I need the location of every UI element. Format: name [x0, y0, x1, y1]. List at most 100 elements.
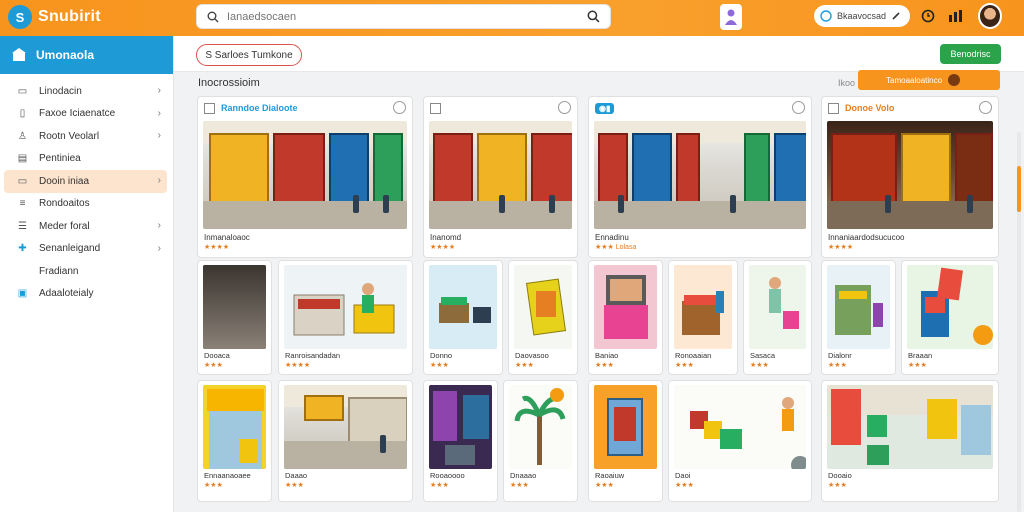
card-caption: Inmanaloaoc	[204, 233, 250, 242]
product-card[interactable]: Daovasoo ★★★	[508, 260, 578, 375]
favorite-icon[interactable]	[979, 101, 992, 114]
blank-icon	[16, 265, 29, 278]
card-header: Ranndoe Dialoote	[198, 97, 412, 119]
sidebar-item-linodacin[interactable]: ▭ Linodacin ›	[4, 80, 167, 103]
primary-action-button[interactable]: Benodrisc	[940, 44, 1001, 64]
card-image	[674, 265, 732, 349]
main-content: S Sarloes Tumkone Benodrisc Inocrossioim…	[174, 36, 1024, 512]
card-rating: ★★★★	[828, 244, 854, 251]
search-input[interactable]	[227, 10, 587, 23]
product-card[interactable]: Dialonr ★★★	[821, 260, 896, 375]
sidebar-item-rootn[interactable]: ♙ Rootn Veolarl ›	[4, 125, 167, 148]
card-caption: Innaniaardodsucucoo	[828, 233, 905, 242]
chevron-right-icon: ›	[157, 242, 161, 254]
card-rating: ★★★ Lolasa	[595, 244, 637, 251]
sidebar-item-label: Dooin iniaa	[39, 175, 90, 187]
product-card[interactable]: Ennaanaoaee ★★★	[197, 380, 272, 502]
sidebar-item-pentiniea[interactable]: ▤ Pentiniea	[4, 148, 167, 171]
favorite-icon[interactable]	[792, 101, 805, 114]
stats-icon[interactable]	[948, 8, 964, 24]
card-caption: Raoaiuw	[595, 471, 625, 480]
card-rating: ★★★	[908, 362, 927, 369]
product-card[interactable]: Daoi ★★★	[668, 380, 812, 502]
card-caption: Ennaanaoaee	[204, 471, 251, 480]
product-card[interactable]: Ranroisandadan ★★★★	[278, 260, 413, 375]
card-image	[674, 385, 806, 469]
product-card[interactable]: Sasaca ★★★	[743, 260, 812, 375]
logo-icon: S	[8, 5, 32, 29]
card-image	[907, 265, 993, 349]
card-caption: Baniao	[595, 351, 619, 360]
product-card[interactable]: Dnaaao ★★★	[503, 380, 578, 502]
sidebar-item-label: Pentiniea	[39, 153, 81, 165]
product-card[interactable]: Ranndoe Dialoote Inmanaloaoc ★★★★	[197, 96, 413, 258]
card-title: Ranndoe Dialoote	[221, 103, 298, 113]
product-card[interactable]: Dooaca ★★★	[197, 260, 272, 375]
chart-icon: ▣	[17, 288, 28, 300]
card-image	[284, 385, 407, 469]
chevron-right-icon: ›	[157, 130, 161, 141]
card-image	[429, 385, 492, 469]
product-card[interactable]: Donoe Volo Innaniaardodsucucoo ★★★★	[821, 96, 999, 258]
card-rating: ★★★★	[204, 244, 230, 251]
sidebar-header[interactable]: Umonaola	[0, 36, 173, 74]
product-card[interactable]: Inanomd ★★★★	[423, 96, 578, 258]
card-rating: ★★★	[675, 482, 694, 489]
card-header: Donoe Volo	[822, 97, 998, 119]
sidebar-item-rondoaitos[interactable]: ≡ Rondoaitos	[4, 193, 167, 216]
card-caption: Ranroisandadan	[285, 351, 341, 360]
sidebar-item-meder[interactable]: ☰ Meder foral ›	[4, 215, 167, 238]
product-card[interactable]: Ronoaaian ★★★	[668, 260, 738, 375]
product-card[interactable]: Baniao ★★★	[588, 260, 663, 375]
favorite-icon[interactable]	[393, 101, 406, 114]
search-bar[interactable]	[196, 4, 611, 29]
card-rating: ★★★	[510, 482, 529, 489]
card-caption: Daaao	[285, 471, 308, 480]
notification-pill[interactable]: Bkaavocsad	[814, 5, 910, 27]
card-caption: Dooaio	[828, 471, 852, 480]
filter-button[interactable]: S Sarloes Tumkone	[196, 44, 302, 66]
user-avatar[interactable]	[978, 3, 1002, 29]
top-bar: S Snubirit Bkaavocsad	[0, 0, 1024, 36]
product-card[interactable]: ◉▮ Ennadinu ★★★ Lolasa	[588, 96, 812, 258]
product-card[interactable]: Rooaoooo ★★★	[423, 380, 498, 502]
sidebar-item-adaaloteialy[interactable]: ▣ Adaaloteialy	[4, 283, 167, 306]
card-caption: Ronoaaian	[675, 351, 712, 360]
card-image	[203, 265, 266, 349]
sidebar: Umonaola ▭ Linodacin › ▯ Faxoe Iciaenatce › …	[0, 36, 174, 512]
card-header	[424, 97, 577, 119]
card-rating: ★★★	[595, 482, 614, 489]
sidebar-item-faxoe[interactable]: ▯ Faxoe Iciaenatce ›	[4, 103, 167, 126]
scrollbar-thumb[interactable]	[1017, 166, 1021, 212]
card-rating: ★★★	[430, 362, 449, 369]
search-submit-icon[interactable]	[587, 10, 600, 23]
card-caption: Dooaca	[204, 351, 230, 360]
card-image	[429, 265, 497, 349]
card-caption: Dnaaao	[510, 471, 537, 480]
card-caption: Donno	[430, 351, 453, 360]
sidebar-item-label: Fradiann	[39, 265, 79, 277]
product-card[interactable]: Daaao ★★★	[278, 380, 413, 502]
card-image	[514, 265, 572, 349]
sort-label[interactable]: Ikoo	[838, 78, 855, 88]
product-card[interactable]: Donno ★★★	[423, 260, 503, 375]
product-card[interactable]: Raoaiuw ★★★	[588, 380, 663, 502]
promo-strip[interactable]: Tamoaaloatinco	[858, 70, 1000, 90]
sidebar-item-fradiann[interactable]: Fradiann	[4, 260, 167, 283]
card-image	[827, 265, 890, 349]
gift-icon: ✚	[18, 243, 27, 255]
sidebar-item-label: Faxoe Iciaenatce	[39, 108, 116, 120]
card-image	[203, 385, 266, 469]
card-image	[594, 121, 806, 229]
card-image	[594, 385, 657, 469]
favorite-icon[interactable]	[558, 101, 571, 114]
clock-icon[interactable]	[920, 8, 936, 24]
profile-button[interactable]	[720, 4, 742, 30]
card-image	[827, 121, 993, 229]
sidebar-item-dooin[interactable]: ▭ Dooin iniaa ›	[4, 170, 167, 193]
sidebar-item-label: Adaaloteialy	[39, 288, 94, 300]
product-card[interactable]: Dooaio ★★★	[821, 380, 999, 502]
product-card[interactable]: Braaan ★★★	[901, 260, 999, 375]
app-logo[interactable]: S Snubirit	[8, 5, 101, 29]
sidebar-item-senanleigand[interactable]: ✚ Senanleigand ›	[4, 238, 167, 261]
